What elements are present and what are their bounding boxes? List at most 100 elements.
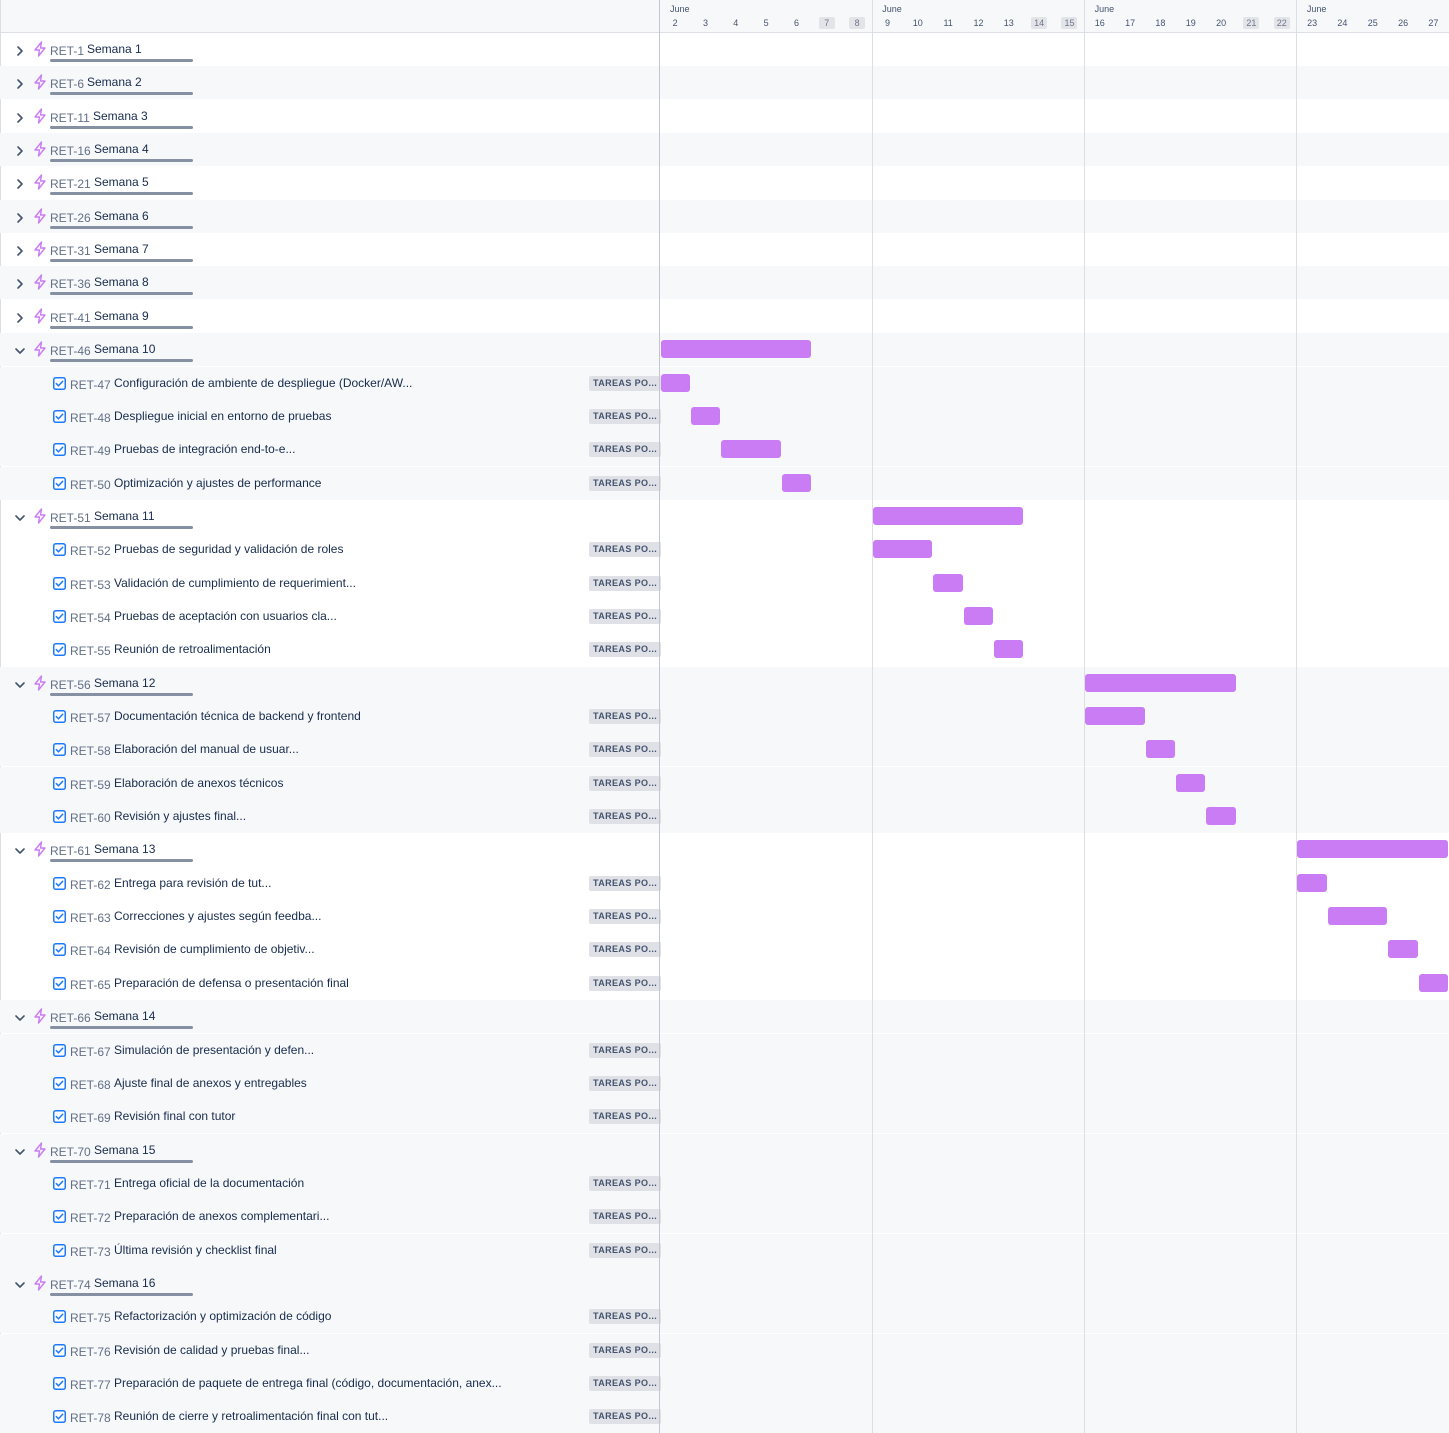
issue-summary[interactable]: Simulación de presentación y defen... — [114, 1043, 314, 1057]
task-row[interactable]: RET-58 Elaboración del manual de usuar...… — [0, 733, 1449, 767]
status-badge[interactable]: TAREAS PO... — [589, 975, 662, 991]
task-row[interactable]: RET-65 Preparación de defensa o presentac… — [0, 967, 1449, 1000]
epic-row[interactable]: RET-56 Semana 12 — [0, 666, 1449, 700]
issue-key[interactable]: RET-64 — [70, 944, 111, 958]
status-badge[interactable]: TAREAS PO... — [589, 375, 662, 391]
issue-summary[interactable]: Semana 15 — [94, 1143, 155, 1157]
issue-summary[interactable]: Correcciones y ajustes según feedba... — [114, 909, 321, 923]
issue-key[interactable]: RET-66 — [50, 1011, 91, 1025]
issue-key[interactable]: RET-16 — [50, 144, 91, 158]
issue-key[interactable]: RET-56 — [50, 678, 91, 692]
issue-key[interactable]: RET-52 — [70, 544, 111, 558]
chevron-right-icon[interactable] — [14, 177, 26, 190]
status-badge[interactable]: TAREAS PO... — [589, 1376, 662, 1391]
epic-row[interactable]: RET-74 Semana 16 — [0, 1266, 1449, 1300]
task-row[interactable]: RET-59 Elaboración de anexos técnicos TARE… — [0, 766, 1449, 800]
chevron-right-icon[interactable] — [14, 311, 26, 323]
issue-key[interactable]: RET-6 — [50, 77, 84, 91]
task-row[interactable]: RET-76 Revisión de calidad y pruebas fina… — [0, 1333, 1449, 1367]
task-row[interactable]: RET-54 Pruebas de aceptación con usuarios… — [0, 600, 1449, 633]
epic-row[interactable]: RET-70 Semana 15 — [0, 1133, 1449, 1167]
chevron-down-icon[interactable] — [14, 1145, 26, 1157]
chevron-down-icon[interactable] — [14, 1011, 26, 1023]
task-row[interactable]: RET-63 Correcciones y ajustes según feedb… — [0, 900, 1449, 933]
status-badge[interactable]: TAREAS PO... — [589, 1309, 662, 1325]
status-badge[interactable]: TAREAS PO... — [589, 742, 662, 758]
status-badge[interactable]: TAREAS PO... — [589, 442, 662, 458]
issue-summary[interactable]: Semana 9 — [94, 309, 149, 323]
issue-summary[interactable]: Preparación de defensa o presentación fi… — [114, 976, 349, 990]
issue-summary[interactable]: Ajuste final de anexos y entregables — [114, 1076, 307, 1090]
issue-key[interactable]: RET-41 — [50, 311, 91, 325]
issue-summary[interactable]: Optimización y ajustes de performance — [114, 476, 321, 490]
issue-key[interactable]: RET-46 — [50, 344, 91, 358]
issue-summary[interactable]: Pruebas de seguridad y validación de rol… — [114, 542, 343, 556]
issue-key[interactable]: RET-11 — [50, 111, 90, 125]
issue-key[interactable]: RET-51 — [50, 511, 91, 525]
task-row[interactable]: RET-64 Revisión de cumplimiento de objeti… — [0, 933, 1449, 966]
issue-key[interactable]: RET-78 — [70, 1411, 111, 1425]
chevron-right-icon[interactable] — [14, 144, 26, 156]
issue-summary[interactable]: Última revisión y checklist final — [114, 1243, 277, 1257]
issue-summary[interactable]: Semana 11 — [94, 509, 155, 523]
task-row[interactable]: RET-49 Pruebas de integración end-to-e...… — [0, 433, 1449, 467]
issue-key[interactable]: RET-73 — [70, 1245, 111, 1259]
issue-key[interactable]: RET-75 — [70, 1311, 111, 1325]
epic-row[interactable]: RET-66 Semana 14 — [0, 1000, 1449, 1034]
issue-key[interactable]: RET-1 — [50, 44, 84, 58]
issue-key[interactable]: RET-59 — [70, 778, 111, 792]
schedule-bar[interactable] — [994, 640, 1024, 659]
schedule-bar[interactable] — [1388, 940, 1418, 959]
schedule-bar[interactable] — [1085, 673, 1236, 692]
issue-key[interactable]: RET-67 — [70, 1045, 111, 1059]
status-badge[interactable]: TAREAS PO... — [589, 475, 662, 491]
status-badge[interactable]: TAREAS PO... — [589, 542, 662, 558]
issue-summary[interactable]: Despliegue inicial en entorno de pruebas — [114, 409, 331, 423]
task-row[interactable]: RET-68 Ajuste final de anexos y entregabl… — [0, 1066, 1449, 1100]
issue-key[interactable]: RET-61 — [50, 844, 91, 858]
epic-row[interactable]: RET-41 Semana 9 — [0, 300, 1449, 333]
status-badge[interactable]: TAREAS PO... — [589, 809, 662, 825]
pane-divider[interactable] — [659, 0, 660, 1433]
chevron-down-icon[interactable] — [14, 511, 26, 523]
chevron-right-icon[interactable] — [14, 77, 26, 90]
issue-key[interactable]: RET-69 — [70, 1111, 111, 1125]
chevron-right-icon[interactable] — [14, 244, 26, 256]
chevron-right-icon[interactable] — [14, 211, 26, 223]
schedule-bar[interactable] — [872, 540, 933, 559]
status-badge[interactable]: TAREAS PO... — [589, 909, 662, 925]
status-badge[interactable]: TAREAS PO... — [589, 942, 662, 958]
task-row[interactable]: RET-77 Preparación de paquete de entrega … — [0, 1367, 1449, 1400]
issue-key[interactable]: RET-50 — [70, 478, 111, 492]
status-badge[interactable]: TAREAS PO... — [589, 1242, 662, 1258]
issue-summary[interactable]: Semana 5 — [94, 175, 149, 189]
status-badge[interactable]: TAREAS PO... — [589, 408, 662, 424]
issue-summary[interactable]: Pruebas de aceptación con usuarios cla..… — [114, 609, 337, 623]
issue-key[interactable]: RET-58 — [70, 744, 111, 758]
schedule-bar[interactable] — [781, 473, 812, 492]
chevron-down-icon[interactable] — [14, 1278, 26, 1290]
schedule-bar[interactable] — [872, 506, 1024, 525]
schedule-bar[interactable] — [721, 440, 781, 459]
chevron-down-icon[interactable] — [14, 844, 26, 856]
task-row[interactable]: RET-60 Revisión y ajustes final... TAREAS … — [0, 800, 1449, 834]
issue-summary[interactable]: Revisión de cumplimiento de objetiv... — [114, 942, 315, 956]
epic-row[interactable]: RET-36 Semana 8 — [0, 266, 1449, 300]
issue-summary[interactable]: Entrega para revisión de tut... — [114, 876, 271, 890]
schedule-bar[interactable] — [1145, 740, 1176, 759]
schedule-bar[interactable] — [1418, 973, 1449, 992]
chevron-right-icon[interactable] — [14, 44, 26, 56]
status-badge[interactable]: TAREAS PO... — [589, 1109, 662, 1125]
epic-row[interactable]: RET-26 Semana 6 — [0, 199, 1449, 233]
issue-key[interactable]: RET-72 — [70, 1211, 111, 1225]
status-badge[interactable]: TAREAS PO... — [589, 608, 662, 624]
task-row[interactable]: RET-50 Optimización y ajustes de performa… — [0, 466, 1449, 500]
status-badge[interactable]: TAREAS PO... — [589, 709, 662, 724]
issue-summary[interactable]: Semana 16 — [94, 1276, 155, 1290]
issue-key[interactable]: RET-26 — [50, 211, 91, 225]
schedule-bar[interactable] — [1176, 773, 1206, 792]
issue-summary[interactable]: Elaboración del manual de usuar... — [114, 742, 299, 756]
issue-key[interactable]: RET-36 — [50, 277, 91, 291]
epic-row[interactable]: RET-16 Semana 4 — [0, 133, 1449, 167]
issue-summary[interactable]: Semana 6 — [94, 209, 149, 223]
